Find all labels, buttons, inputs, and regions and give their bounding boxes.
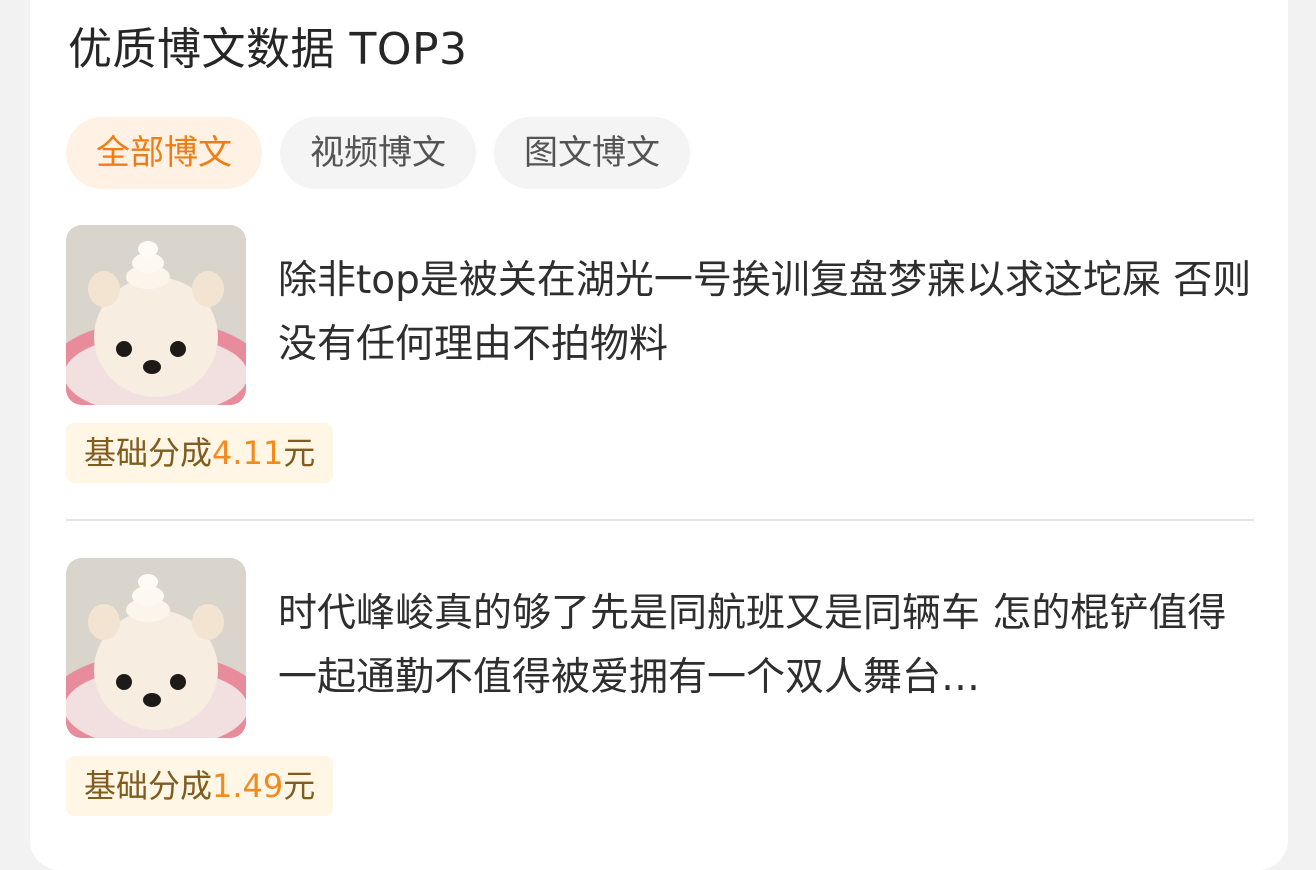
earnings-unit: 元: [283, 767, 316, 805]
earnings-label: 基础分成: [84, 767, 213, 805]
earnings-amount: 1.49: [212, 767, 284, 805]
earnings-amount: 4.11: [212, 434, 284, 472]
post-text[interactable]: 除非top是被关在湖光一号挨训复盘梦寐以求这坨屎 否则没有任何理由不拍物料: [278, 249, 1253, 377]
tab-video-posts[interactable]: 视频博文: [280, 117, 476, 189]
post-text[interactable]: 时代峰峻真的够了先是同航班又是同辆车 怎的棍铲值得一起通勤不值得被爱拥有一个双人…: [278, 582, 1253, 710]
earnings-label: 基础分成: [84, 434, 213, 472]
post-thumbnail[interactable]: [66, 558, 246, 738]
post-type-tabs: 全部博文 视频博文 图文博文: [66, 117, 690, 189]
post-thumbnail[interactable]: [66, 225, 246, 405]
earnings-badge: 基础分成1.49元: [66, 756, 334, 816]
earnings-badge: 基础分成4.11元: [66, 423, 334, 483]
tab-image-text-posts[interactable]: 图文博文: [494, 117, 690, 189]
divider: [66, 519, 1254, 521]
section-title: 优质博文数据 TOP3: [68, 24, 468, 75]
earnings-unit: 元: [283, 434, 316, 472]
tab-all-posts[interactable]: 全部博文: [66, 117, 262, 189]
